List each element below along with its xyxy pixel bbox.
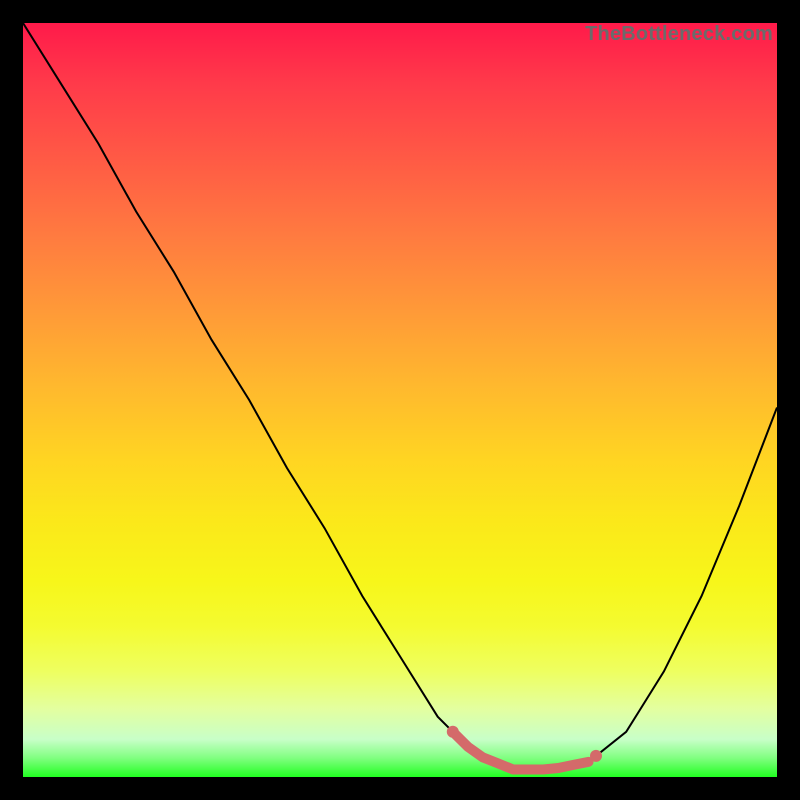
bottleneck-curve bbox=[23, 23, 777, 770]
highlight-segment bbox=[453, 732, 589, 770]
highlight-start-dot bbox=[447, 726, 459, 738]
plot-area: TheBottleneck.com bbox=[23, 23, 777, 777]
chart-frame: TheBottleneck.com bbox=[0, 0, 800, 800]
highlight-end-dot bbox=[590, 750, 602, 762]
curve-layer bbox=[23, 23, 777, 777]
